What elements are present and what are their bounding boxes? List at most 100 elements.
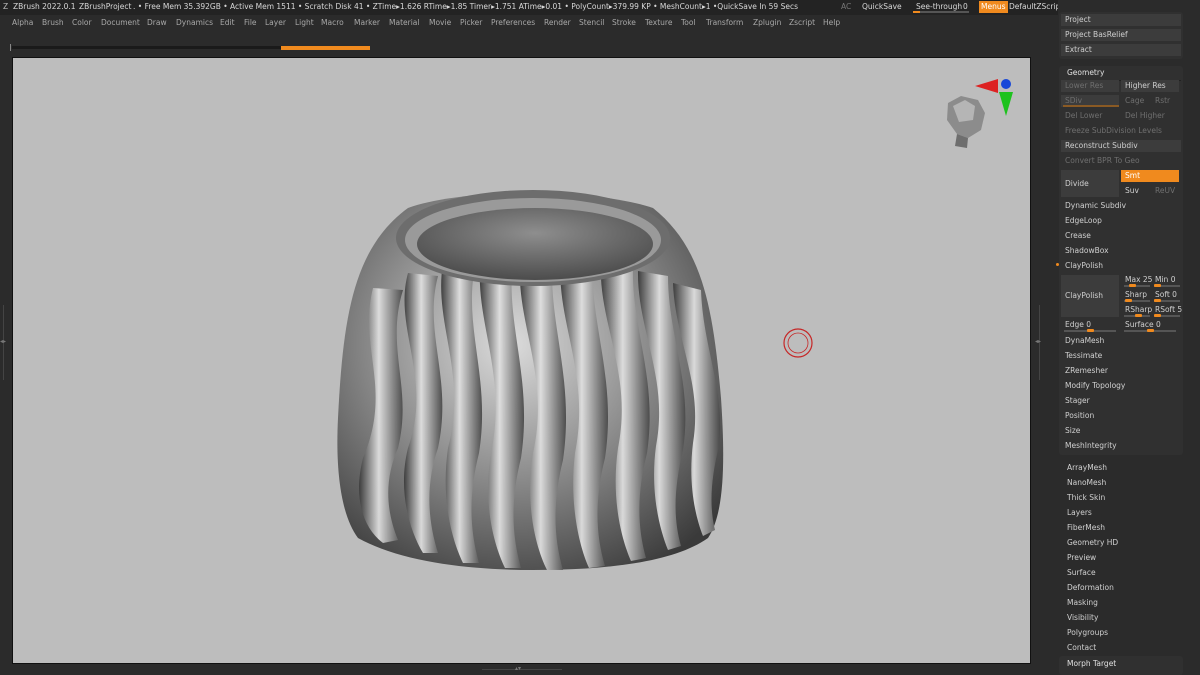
menu-item-transform[interactable]: Transform	[706, 18, 743, 27]
brush-cursor-inner	[787, 332, 809, 354]
reconstruct-subdiv-button[interactable]: Reconstruct Subdiv	[1061, 140, 1181, 152]
right-tray-arrow-icon: ◂▸	[1035, 338, 1042, 345]
deformation-subpalette[interactable]: Deformation	[1067, 583, 1114, 592]
menu-item-render[interactable]: Render	[544, 18, 571, 27]
crease-button[interactable]: Crease	[1061, 230, 1181, 242]
menu-item-zplugin[interactable]: Zplugin	[753, 18, 781, 27]
seethrough-slider[interactable]	[913, 11, 969, 13]
cage-button[interactable]: Cage	[1121, 95, 1151, 107]
polygroups-subpalette[interactable]: Polygroups	[1067, 628, 1108, 637]
menu-item-file[interactable]: File	[244, 18, 257, 27]
menu-item-material[interactable]: Material	[389, 18, 419, 27]
edgeloop-button[interactable]: EdgeLoop	[1061, 215, 1181, 227]
shelf-divider	[10, 44, 11, 51]
edge-slider-knob[interactable]	[1087, 329, 1094, 332]
defaultzscript-button[interactable]: DefaultZScript	[1009, 2, 1063, 11]
project-basrelief-button[interactable]: Project BasRelief	[1061, 29, 1181, 41]
menu-item-stencil[interactable]: Stencil	[579, 18, 604, 27]
left-tray-arrow-icon: ◂▸	[0, 338, 7, 345]
del-lower-button[interactable]: Del Lower	[1061, 110, 1119, 122]
zremesher-subpalette[interactable]: ZRemesher	[1061, 365, 1181, 377]
position-subpalette[interactable]: Position	[1061, 410, 1181, 422]
geometry-hd-subpalette[interactable]: Geometry HD	[1067, 538, 1118, 547]
menu-item-help[interactable]: Help	[823, 18, 840, 27]
layers-subpalette[interactable]: Layers	[1067, 508, 1092, 517]
rsoft-slider-knob[interactable]	[1154, 314, 1161, 317]
stager-subpalette[interactable]: Stager	[1061, 395, 1181, 407]
convert-bpr-button[interactable]: Convert BPR To Geo	[1061, 155, 1181, 167]
max-slider-knob[interactable]	[1129, 284, 1136, 287]
menu-item-draw[interactable]: Draw	[147, 18, 167, 27]
size-subpalette[interactable]: Size	[1061, 425, 1181, 437]
menu-item-stroke[interactable]: Stroke	[612, 18, 636, 27]
contact-subpalette[interactable]: Contact	[1067, 643, 1096, 652]
menu-item-movie[interactable]: Movie	[429, 18, 451, 27]
menu-item-alpha[interactable]: Alpha	[12, 18, 33, 27]
dynamesh-subpalette[interactable]: DynaMesh	[1061, 335, 1181, 347]
masking-subpalette[interactable]: Masking	[1067, 598, 1098, 607]
menu-item-dynamics[interactable]: Dynamics	[176, 18, 213, 27]
surface-subpalette[interactable]: Surface	[1067, 568, 1096, 577]
menu-item-preferences[interactable]: Preferences	[491, 18, 535, 27]
sharp-slider-knob[interactable]	[1125, 299, 1132, 302]
left-tray-handle[interactable]: ◂▸	[0, 305, 7, 380]
menu-item-zscript[interactable]: Zscript	[789, 18, 815, 27]
dynamic-subdiv-button[interactable]: Dynamic Subdiv	[1061, 200, 1181, 212]
menu-item-edit[interactable]: Edit	[220, 18, 235, 27]
status-readout: . • Free Mem 35.392GB • Active Mem 1511 …	[133, 2, 798, 11]
menu-item-tool[interactable]: Tool	[681, 18, 696, 27]
thick-skin-subpalette[interactable]: Thick Skin	[1067, 493, 1105, 502]
surface-slider-knob[interactable]	[1147, 329, 1154, 332]
lower-res-button[interactable]: Lower Res	[1061, 80, 1119, 92]
meshintegrity-subpalette[interactable]: MeshIntegrity	[1061, 440, 1181, 452]
sculpt-model[interactable]	[13, 58, 1032, 665]
menu-item-picker[interactable]: Picker	[460, 18, 482, 27]
project-button[interactable]: Project	[1061, 14, 1181, 26]
fibermesh-subpalette[interactable]: FiberMesh	[1067, 523, 1105, 532]
modify-topology-subpalette[interactable]: Modify Topology	[1061, 380, 1181, 392]
morph-target-group: Morph Target	[1059, 656, 1183, 675]
higher-res-button[interactable]: Higher Res	[1121, 80, 1179, 92]
navigation-head-icon[interactable]	[947, 96, 985, 148]
freeze-subdivision-button[interactable]: Freeze SubDivision Levels	[1061, 125, 1181, 137]
rsharp-slider-knob[interactable]	[1135, 314, 1142, 317]
sdiv-slider-track	[1063, 105, 1119, 107]
gizmo-x-axis	[975, 79, 998, 93]
quicksave-button[interactable]: QuickSave	[862, 2, 902, 11]
right-tray-handle[interactable]: ◂▸	[1034, 305, 1044, 380]
arraymesh-subpalette[interactable]: ArrayMesh	[1067, 463, 1107, 472]
tessimate-subpalette[interactable]: Tessimate	[1061, 350, 1181, 362]
min-slider-knob[interactable]	[1154, 284, 1161, 287]
geometry-title[interactable]: Geometry	[1063, 67, 1181, 79]
menu-item-marker[interactable]: Marker	[354, 18, 380, 27]
preview-subpalette[interactable]: Preview	[1067, 553, 1096, 562]
menu-item-light[interactable]: Light	[295, 18, 314, 27]
reuv-toggle[interactable]: ReUV	[1151, 185, 1179, 197]
shadowbox-button[interactable]: ShadowBox	[1061, 245, 1181, 257]
menu-item-color[interactable]: Color	[72, 18, 92, 27]
soft-slider-knob[interactable]	[1154, 299, 1161, 302]
menu-item-brush[interactable]: Brush	[42, 18, 64, 27]
bottom-tray-handle[interactable]: ▴▾	[482, 665, 562, 673]
menu-item-macro[interactable]: Macro	[321, 18, 344, 27]
del-higher-button[interactable]: Del Higher	[1121, 110, 1179, 122]
smt-toggle[interactable]: Smt	[1121, 170, 1179, 182]
menu-item-document[interactable]: Document	[101, 18, 140, 27]
seethrough-knob[interactable]	[913, 11, 920, 13]
ac-button[interactable]: AC	[841, 2, 851, 11]
rstr-button[interactable]: Rstr	[1151, 95, 1179, 107]
suv-toggle[interactable]: Suv	[1121, 185, 1151, 197]
claypolish-button[interactable]: ClayPolish	[1061, 275, 1119, 317]
morph-target-title[interactable]: Morph Target	[1063, 658, 1181, 670]
project-name: ZBrushProject	[79, 2, 132, 11]
claypolish-header[interactable]: ClayPolish	[1061, 260, 1181, 272]
nanomesh-subpalette[interactable]: NanoMesh	[1067, 478, 1106, 487]
extract-button[interactable]: Extract	[1061, 44, 1181, 56]
divide-button[interactable]: Divide	[1061, 170, 1119, 197]
visibility-subpalette[interactable]: Visibility	[1067, 613, 1098, 622]
progress-indicator	[281, 46, 370, 50]
menu-item-layer[interactable]: Layer	[265, 18, 286, 27]
menus-toggle[interactable]: Menus	[979, 1, 1008, 13]
menu-item-texture[interactable]: Texture	[645, 18, 672, 27]
canvas-viewport[interactable]	[12, 57, 1031, 664]
